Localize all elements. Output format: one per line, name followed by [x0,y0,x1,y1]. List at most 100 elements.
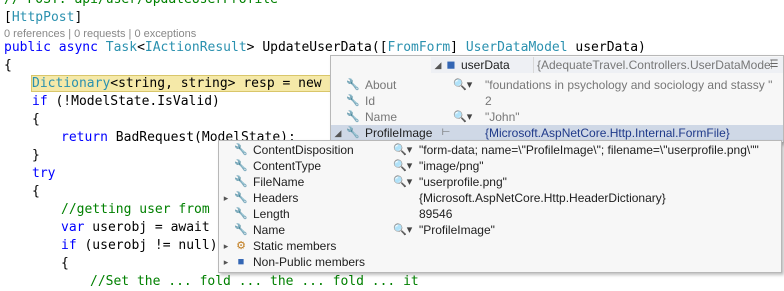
if-condition: (!ModelState.IsValid) [47,94,220,109]
datatip-row-name[interactable]: 🔧 Name 🔍▾ "John" [331,109,783,125]
variable-icon: ◼ [446,59,456,71]
static-members-icon: ⚙ [236,240,246,252]
magnifier-icon[interactable]: 🔍▾ [453,77,481,93]
datatip-row-static-members[interactable]: ▸ ⚙ Static members [219,238,781,254]
code-brace: } [32,148,40,163]
current-statement-highlight: Dictionary<string, string> resp = new D [30,75,339,92]
code-comment-route: // POST: api/user/UpdateUserProfile [4,0,278,9]
wrench-icon: 🔧 [346,79,360,91]
magnifier-icon[interactable]: 🔍▾ [393,222,421,238]
code-brace-open: { [4,58,12,73]
code-if-userobj-line: if (userobj != null) [61,237,218,255]
wrench-icon: 🔧 [234,144,248,156]
expand-arrow-icon[interactable]: ▸ [221,190,231,206]
type-userdatamodel: UserDataModel [465,40,568,55]
property-value[interactable]: "userprofile.png" [419,174,719,190]
property-value[interactable]: "image/png" [419,158,719,174]
datatip-row-name[interactable]: 🔧 Name 🔍▾ "ProfileImage" [219,222,781,238]
property-value[interactable]: {Microsoft.AspNetCore.Http.Internal.Form… [485,125,781,141]
wrench-icon: 🔧 [234,192,248,204]
property-name: Length [253,207,290,221]
datatip-row-contentdisposition[interactable]: 🔧 ContentDisposition 🔍▾ "form-data; name… [219,142,781,158]
datatip-row-about[interactable]: 🔧 About 🔍▾ "foundations in psychology an… [331,77,783,93]
property-name: FileName [253,175,305,189]
method-name: UpdateUserData( [262,40,380,55]
property-value[interactable]: "form-data; name=\"ProfileImage\"; filen… [419,142,779,158]
expand-arrow-icon[interactable]: ▸ [221,238,231,254]
property-name: Headers [253,191,299,205]
code-dictionary-line: Dictionary<string, string> resp = new D [30,75,339,93]
datatip-userdata[interactable]: ◢ ◼ userData {AdequateTravel.Controllers… [330,55,784,143]
wrench-icon: 🔧 [346,127,360,139]
property-name: Name [253,223,286,237]
kw-try: try [32,166,56,181]
code-brace: { [32,184,40,199]
type-dictionary: Dictionary [32,76,111,91]
kw-if: if [32,94,48,109]
property-value[interactable]: "ProfileImage" [419,222,719,238]
property-value[interactable]: {Microsoft.AspNetCore.Http.HeaderDiction… [419,190,719,206]
wrench-icon: 🔧 [346,111,360,123]
kw-var: var [61,220,85,235]
code-comment-getting-user: //getting user from [61,202,210,217]
kw-async: async [58,40,98,55]
datatip-row-length[interactable]: 🔧 Length 89546 [219,206,781,222]
property-value[interactable]: "John" [485,109,685,125]
code-brace: { [61,256,69,271]
attribute-httppost: HttpPost [11,10,75,25]
datatip-row-non-public-members[interactable]: ▸ ■ Non-Public members [219,254,781,270]
datatip-row-contenttype[interactable]: 🔧 ContentType 🔍▾ "image/png" [219,158,781,174]
magnifier-icon[interactable]: 🔍▾ [453,109,481,125]
datatip-header-value: {AdequateTravel.Controllers.UserDataMode… [537,58,772,72]
wrench-icon: 🔧 [234,224,248,236]
datatip-row-profileimage[interactable]: ◢ 🔧 ProfileImage ⊢ {Microsoft.AspNetCore… [331,125,783,141]
datatip-header-name: userData [461,58,510,72]
pin-icon[interactable]: ⊢ [439,125,453,141]
kw-public: public [4,40,51,55]
property-name: ContentType [253,159,322,173]
datatip-row-id[interactable]: 🔧 Id 2 [331,93,783,109]
param-userdata[interactable]: userData) [575,40,645,55]
property-name: ProfileImage [365,126,433,140]
if-userobj-condition: (userobj != null) [76,238,218,253]
group-name: Non-Public members [253,255,366,269]
datatip-row-headers[interactable]: ▸ 🔧 Headers {Microsoft.AspNetCore.Http.H… [219,190,781,206]
code-brace: { [32,112,40,127]
column-divider [533,57,534,73]
property-name: Id [365,94,376,108]
magnifier-icon[interactable]: 🔍▾ [393,158,421,174]
property-name: Name [365,110,398,124]
property-name: ContentDisposition [253,143,354,157]
dict-rest: resp = new D [235,76,338,91]
pin-icon[interactable]: ☰ [767,57,781,73]
property-value[interactable]: 89546 [419,206,719,222]
dict-generic: <string, string> [110,76,236,91]
group-name: Static members [253,239,337,253]
datatip-row-filename[interactable]: 🔧 FileName 🔍▾ "userprofile.png" [219,174,781,190]
wrench-icon: 🔧 [234,160,248,172]
wrench-icon: 🔧 [234,208,248,220]
datatip-profileimage[interactable]: 🔧 ContentDisposition 🔍▾ "form-data; name… [218,140,782,273]
property-value[interactable]: "foundations in psychology and sociology… [485,77,781,93]
code-if-line: if (!ModelState.IsValid) [32,93,220,111]
collapse-arrow-icon[interactable]: ◢ [333,125,343,141]
type-iactionresult: IActionResult [144,40,247,55]
magnifier-icon[interactable]: 🔍▾ [393,142,421,158]
datatip-header[interactable]: ◢ ◼ userData {AdequateTravel.Controllers… [431,57,783,73]
magnifier-icon[interactable]: 🔍▾ [393,174,421,190]
type-task: Task [105,40,138,55]
non-public-members-icon: ■ [237,256,245,268]
kw-return: return [61,130,108,145]
collapse-arrow-icon[interactable]: ◢ [433,57,443,73]
code-var-line: var userobj = await [61,219,210,237]
var-expression: userobj = await [84,220,210,235]
property-value[interactable]: 2 [485,93,685,109]
wrench-icon: 🔧 [234,176,248,188]
attribute-fromform: FromForm [387,40,451,55]
kw-if: if [61,238,77,253]
code-comment-cutoff: //Set the ... fold ... the ... fold ... … [90,274,419,289]
code-attribute-line: [HttpPost] [4,10,83,25]
expand-arrow-icon[interactable]: ▸ [221,254,231,270]
wrench-icon: 🔧 [346,95,360,107]
property-name: About [365,78,397,92]
